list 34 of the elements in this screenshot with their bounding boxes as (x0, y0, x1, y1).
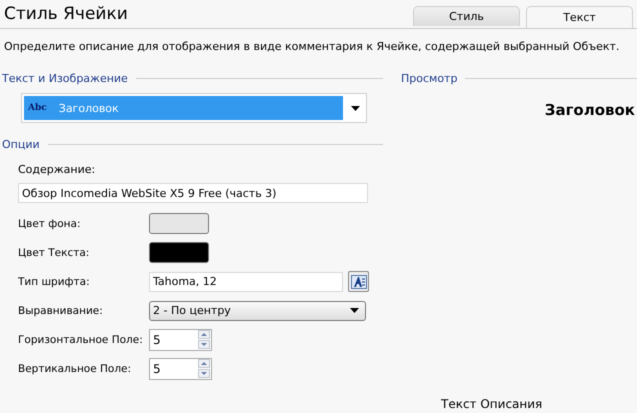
option-text: Заголовок (58, 102, 119, 114)
font-button[interactable] (348, 271, 369, 292)
tab[interactable]: Текст (526, 6, 633, 28)
color-picker-button[interactable] (149, 213, 209, 234)
caret-icon (350, 308, 359, 313)
description-text: Определите описание для отображения в виде комментария к Ячейке, содержащей выбранный Объект. (3, 39, 620, 53)
field-label: Содержание: (18, 163, 96, 176)
field-label: Тип шрифта: (18, 276, 91, 288)
up-arrow-icon[interactable] (198, 330, 210, 339)
style-sample-label: Abc (28, 103, 47, 113)
font-icon (350, 274, 366, 288)
font-field[interactable]: Tahoma, 12 (149, 272, 343, 292)
field-label: Горизонтальное Поле: (18, 334, 144, 346)
section-heading: Просмотр (401, 72, 458, 84)
window-title: Стиль Ячейки (3, 4, 128, 26)
color-picker-button[interactable] (149, 242, 209, 263)
field-label: Цвет Текста: (18, 246, 90, 258)
up-arrow-icon[interactable] (198, 359, 210, 368)
number-spinner[interactable]: 5 (149, 358, 212, 380)
number-spinner[interactable]: 5 (149, 328, 212, 350)
field-label: Вертикальное Поле: (18, 362, 132, 374)
preview-caption: Текст Описания (440, 397, 544, 413)
section-heading: Опции (2, 138, 40, 150)
down-arrow-icon[interactable] (198, 369, 210, 378)
caret-icon (351, 106, 360, 110)
down-arrow-icon[interactable] (198, 340, 210, 349)
alignment-dropdown[interactable]: 2 - По центру (149, 300, 366, 320)
field-label: Выравнивание: (18, 304, 104, 316)
section-heading: Текст и Изображение (2, 72, 128, 84)
preview-title: Заголовок (544, 101, 636, 119)
tab[interactable]: Стиль (413, 6, 520, 26)
content-field[interactable]: Обзор Incomedia WebSite X5 9 Free (часть 3) (18, 183, 368, 203)
field-label: Цвет фона: (18, 218, 82, 230)
style-dropdown[interactable]: Abc Заголовок (21, 93, 367, 123)
